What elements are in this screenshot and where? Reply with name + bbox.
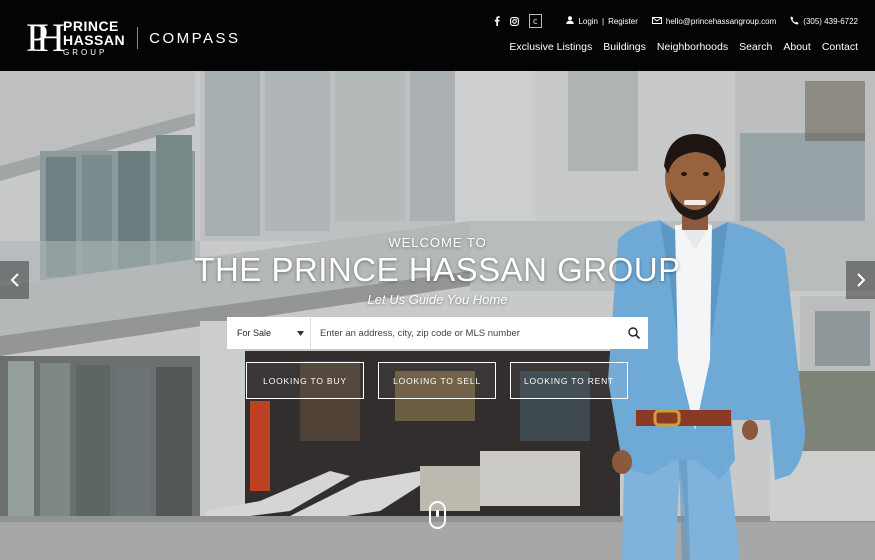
account-links: Login | Register <box>566 16 638 26</box>
search-bar: For Sale <box>227 317 648 349</box>
listing-type-select[interactable]: For Sale <box>227 317 311 349</box>
scroll-down-icon[interactable] <box>429 501 446 529</box>
phone-link[interactable]: (305) 439-6722 <box>790 16 858 27</box>
nav-exclusive-listings[interactable]: Exclusive Listings <box>509 41 592 53</box>
looking-to-sell-button[interactable]: LOOKING TO SELL <box>378 362 496 399</box>
app-icon[interactable] <box>529 14 543 28</box>
envelope-icon <box>651 16 662 26</box>
nav-about[interactable]: About <box>783 41 810 53</box>
account-separator: | <box>602 16 605 26</box>
search-input[interactable] <box>311 317 620 349</box>
email-link[interactable]: hello@princehassangroup.com <box>651 16 777 26</box>
instagram-icon[interactable] <box>510 16 520 26</box>
nav-search[interactable]: Search <box>739 41 772 53</box>
facebook-icon[interactable] <box>494 16 501 26</box>
nav-buildings[interactable]: Buildings <box>603 41 646 53</box>
nav-contact[interactable]: Contact <box>822 41 858 53</box>
logo-line-3: GROUP <box>63 48 108 57</box>
monogram-logo: P H <box>26 17 65 59</box>
logo-line-2: HASSAN <box>63 32 126 48</box>
nav-neighborhoods[interactable]: Neighborhoods <box>657 41 728 53</box>
monogram-h: H <box>36 15 65 60</box>
looking-to-buy-button[interactable]: LOOKING TO BUY <box>246 362 364 399</box>
logo-divider <box>137 27 139 49</box>
brand-logo[interactable]: P H PRINCE HASSAN GROUP COMPASS <box>26 17 241 59</box>
caret-down-icon <box>297 330 304 336</box>
phone-number: (305) 439-6722 <box>803 16 858 26</box>
looking-to-rent-button[interactable]: LOOKING TO RENT <box>510 362 628 399</box>
listing-type-value: For Sale <box>237 328 272 338</box>
register-link[interactable]: Register <box>608 17 638 26</box>
logo-line-1: PRINCE <box>63 18 119 34</box>
site-header: P H PRINCE HASSAN GROUP COMPASS Login | … <box>0 0 875 71</box>
login-link[interactable]: Login <box>578 17 598 26</box>
email-address: hello@princehassangroup.com <box>665 16 777 26</box>
user-icon <box>566 16 575 26</box>
hero-title: THE PRINCE HASSAN GROUP <box>194 251 681 288</box>
logo-wordmark: PRINCE HASSAN GROUP <box>63 19 125 57</box>
compass-logo: COMPASS <box>149 29 241 47</box>
hero-eyebrow: WELCOME TO <box>388 235 487 250</box>
utility-bar: Login | Register hello@princehassangroup… <box>494 14 858 28</box>
main-nav: Exclusive Listings Buildings Neighborhoo… <box>498 41 858 53</box>
hero-tagline: Let Us Guide You Home <box>367 292 508 307</box>
phone-icon <box>790 16 799 27</box>
hero-section: WELCOME TO THE PRINCE HASSAN GROUP Let U… <box>0 71 875 560</box>
search-icon[interactable] <box>620 327 648 339</box>
